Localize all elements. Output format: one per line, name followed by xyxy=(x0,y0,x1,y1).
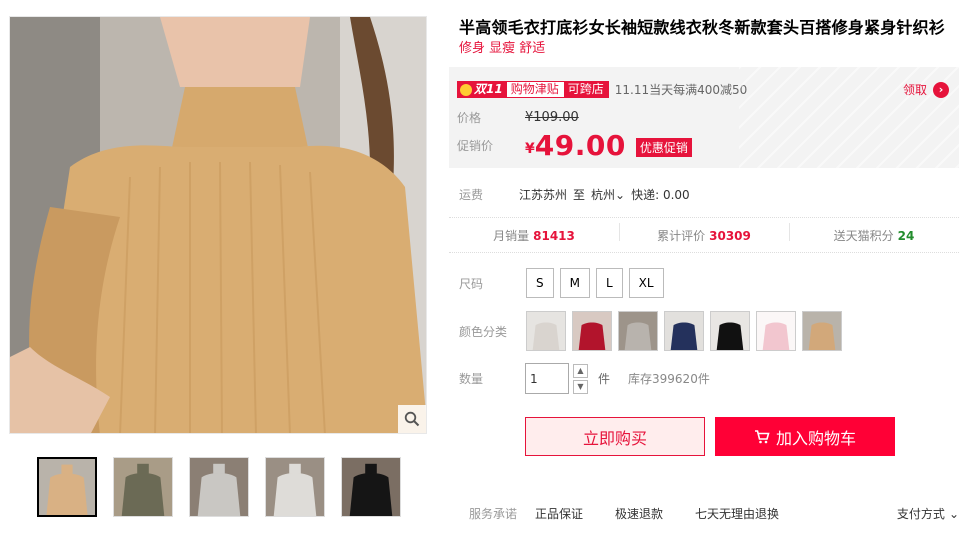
color-swatch-5[interactable] xyxy=(710,311,750,351)
size-selector: 尺码 S M L XL xyxy=(459,268,670,298)
shipping-label: 运费 xyxy=(459,188,484,202)
ship-from: 江苏苏州 xyxy=(519,188,568,202)
service-genuine[interactable]: 正品保证 xyxy=(535,505,583,522)
chevron-up-icon: ▲ xyxy=(577,366,584,375)
quantity-unit: 件 xyxy=(598,372,611,386)
chevron-right-circle-icon: › xyxy=(933,81,949,98)
stock-count: 库存399620件 xyxy=(628,372,710,386)
zoom-button[interactable] xyxy=(398,405,426,433)
double11-logo-icon xyxy=(460,83,472,96)
price-panel: 双11 购物津贴 可跨店 11.11当天每满400减50 领取 › 价格 ¥10… xyxy=(449,67,959,168)
color-selector: 颜色分类 xyxy=(459,311,848,351)
color-label: 颜色分类 xyxy=(459,324,508,339)
quantity-input[interactable] xyxy=(525,363,569,394)
size-label: 尺码 xyxy=(459,276,484,291)
total-reviews-label: 累计评价 xyxy=(657,228,706,243)
chevron-down-icon: ⌄ xyxy=(615,188,626,202)
thumbnail-3[interactable] xyxy=(189,457,249,517)
cart-icon xyxy=(754,429,770,443)
list-price-value: ¥109.00 xyxy=(525,110,579,125)
thumbnail-image xyxy=(190,458,248,516)
size-option-s[interactable]: S xyxy=(526,268,554,298)
claim-button[interactable]: 领取 › xyxy=(903,81,949,98)
ship-method: 快递: 0.00 xyxy=(631,188,690,202)
product-title: 半高领毛衣打底衫女长袖短款线衣秋冬新款套头百搭修身紧身针织衫 xyxy=(459,18,946,37)
monthly-sales: 月销量 81413 xyxy=(449,227,619,244)
add-to-cart-button[interactable]: 加入购物车 xyxy=(715,417,895,456)
increment-button[interactable]: ▲ xyxy=(573,363,588,378)
swatch-image xyxy=(711,312,749,350)
quantity-row: 数量 ▲ ▼ 件 库存399620件 xyxy=(459,363,710,394)
service-label: 服务承诺 xyxy=(469,507,518,521)
color-swatch-4[interactable] xyxy=(664,311,704,351)
ship-to-word: 至 xyxy=(573,188,586,202)
badge-text: 购物津贴 xyxy=(506,82,563,97)
thumbnail-image xyxy=(342,458,400,516)
total-reviews-value: 30309 xyxy=(709,228,751,243)
swatch-image xyxy=(665,312,703,350)
monthly-sales-label: 月销量 xyxy=(493,228,530,243)
size-option-l[interactable]: L xyxy=(595,268,623,298)
magnifier-icon xyxy=(404,411,420,427)
double11-mark: 双11 xyxy=(458,82,507,97)
quantity-label: 数量 xyxy=(459,372,484,386)
swatch-image xyxy=(573,312,611,350)
service-fast-refund[interactable]: 极速退款 xyxy=(615,505,663,522)
sale-tag: 优惠促销 xyxy=(635,138,692,157)
payment-methods-dropdown[interactable]: 支付方式 ⌄ xyxy=(897,505,959,522)
thumbnail-image xyxy=(114,458,172,516)
ship-to-selector[interactable]: 杭州⌄ xyxy=(591,186,625,203)
thumbnail-image xyxy=(266,458,324,516)
quantity-stepper: ▲ ▼ xyxy=(573,363,588,394)
claim-label: 领取 xyxy=(902,83,927,97)
tmall-points: 送天猫积分 24 xyxy=(789,222,959,244)
stats-bar: 月销量 81413 累计评价 30309 送天猫积分 24 xyxy=(449,217,959,253)
payment-label: 支付方式 xyxy=(896,507,945,521)
swatch-image xyxy=(803,312,841,350)
promo-text: 11.11当天每满400减50 xyxy=(614,83,748,97)
sale-price-label: 促销价 xyxy=(457,139,494,153)
size-option-m[interactable]: M xyxy=(559,268,590,298)
thumbnail-1[interactable] xyxy=(37,457,97,517)
thumbnail-strip xyxy=(37,457,401,517)
service-7day-return[interactable]: 七天无理由退换 xyxy=(695,505,779,522)
swatch-image xyxy=(527,312,565,350)
main-product-image[interactable] xyxy=(9,16,427,434)
double11-badge[interactable]: 双11 购物津贴 可跨店 xyxy=(457,81,609,98)
list-price-row: 价格 ¥109.00 xyxy=(457,109,579,126)
badge-tag: 可跨店 xyxy=(562,82,608,97)
sale-price-row: 促销价 ¥ 49.00 优惠促销 xyxy=(457,129,692,162)
service-row: 服务承诺 正品保证 极速退款 七天无理由退换 支付方式 ⌄ xyxy=(469,505,959,522)
thumbnail-4[interactable] xyxy=(265,457,325,517)
tmall-points-value: 24 xyxy=(897,228,915,243)
add-to-cart-label: 加入购物车 xyxy=(775,428,856,448)
promo-row: 双11 购物津贴 可跨店 11.11当天每满400减50 xyxy=(457,81,747,98)
monthly-sales-value: 81413 xyxy=(533,228,575,243)
color-swatch-6[interactable] xyxy=(756,311,796,351)
size-option-xl[interactable]: XL xyxy=(628,268,664,298)
sweater-photo xyxy=(10,17,426,433)
color-swatch-7[interactable] xyxy=(802,311,842,351)
thumbnail-2[interactable] xyxy=(113,457,173,517)
sale-price-value: 49.00 xyxy=(534,129,626,162)
ship-to-city: 杭州 xyxy=(591,188,616,202)
buy-now-button[interactable]: 立即购买 xyxy=(525,417,705,456)
swatch-image xyxy=(619,312,657,350)
thumbnail-5[interactable] xyxy=(341,457,401,517)
decrement-button[interactable]: ▼ xyxy=(573,379,588,394)
swatch-image xyxy=(757,312,795,350)
thumbnail-image xyxy=(39,459,95,515)
tmall-points-label: 送天猫积分 xyxy=(833,228,894,243)
currency-symbol: ¥ xyxy=(525,140,535,157)
shipping-row: 运费 江苏苏州 至 杭州⌄ 快递: 0.00 xyxy=(459,186,690,203)
chevron-down-icon: ⌄ xyxy=(948,506,959,521)
list-price-label: 价格 xyxy=(457,111,482,125)
product-subtitle: 修身 显瘦 舒适 xyxy=(459,41,546,56)
total-reviews[interactable]: 累计评价 30309 xyxy=(619,222,789,244)
color-swatch-1[interactable] xyxy=(526,311,566,351)
color-swatch-3[interactable] xyxy=(618,311,658,351)
color-swatch-2[interactable] xyxy=(572,311,612,351)
chevron-down-icon: ▼ xyxy=(577,382,584,391)
badge-mark-text: 双11 xyxy=(474,82,503,96)
